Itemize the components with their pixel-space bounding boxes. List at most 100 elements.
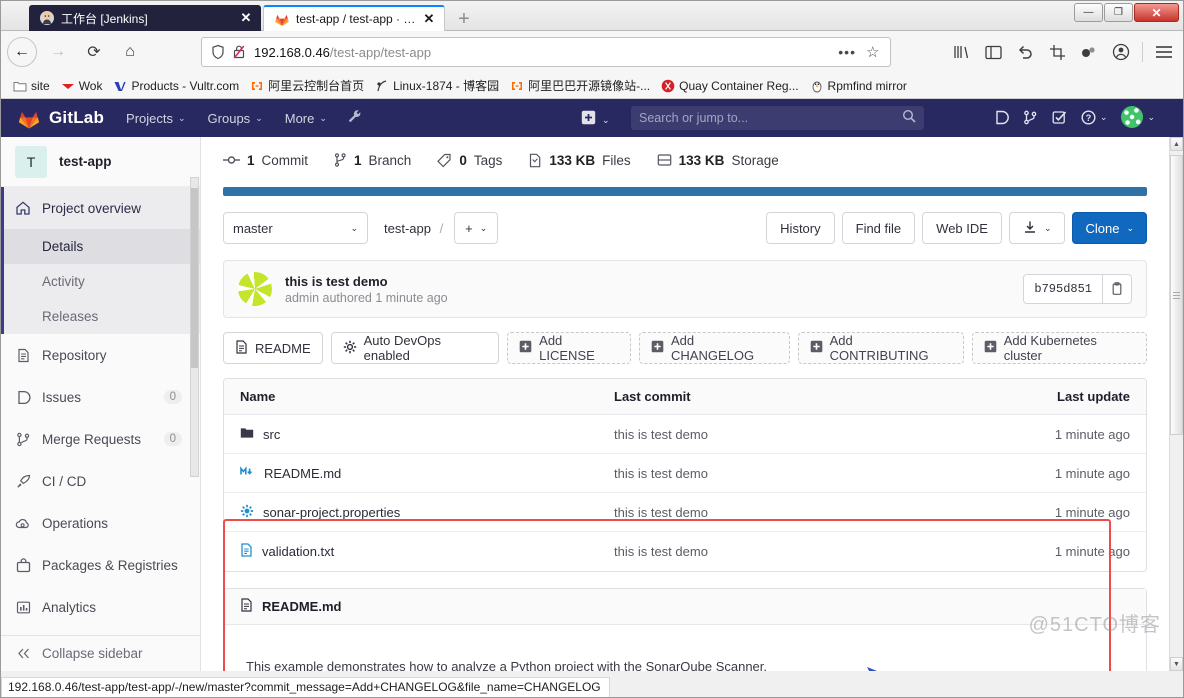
- file-last-commit[interactable]: this is test demo: [614, 505, 1026, 520]
- sidebar-item-repository[interactable]: Repository: [1, 334, 200, 376]
- home-icon[interactable]: ⌂: [115, 37, 145, 67]
- insecure-lock-icon[interactable]: [232, 44, 246, 60]
- table-row[interactable]: validation.txt this is test demo 1 minut…: [224, 532, 1146, 571]
- stat-files[interactable]: 133 KB Files: [528, 153, 631, 168]
- scroll-up-arrow[interactable]: ▲: [1170, 137, 1183, 151]
- web-ide-button[interactable]: Web IDE: [922, 212, 1002, 244]
- back-icon[interactable]: ←: [7, 37, 37, 67]
- sidebar-item-merge-requests[interactable]: Merge Requests 0: [1, 418, 200, 460]
- file-last-commit[interactable]: this is test demo: [614, 466, 1026, 481]
- page-actions-icon[interactable]: •••: [838, 44, 856, 60]
- add-to-repository-button[interactable]: + ⌄: [454, 212, 499, 244]
- undo-icon[interactable]: [1010, 37, 1040, 67]
- stat-commits[interactable]: 1 Commit: [223, 153, 308, 168]
- project-header[interactable]: T test-app: [1, 137, 200, 187]
- stat-branches[interactable]: 1 Branch: [334, 153, 411, 168]
- add-contributing-button[interactable]: Add CONTRIBUTING: [797, 332, 964, 364]
- download-button[interactable]: ⌄: [1008, 212, 1066, 244]
- sidebar-item-operations[interactable]: Operations: [1, 502, 200, 544]
- bookmark-star-icon[interactable]: ☆: [866, 43, 882, 61]
- file-name-cell[interactable]: src: [224, 426, 614, 442]
- todos-icon[interactable]: [1052, 110, 1067, 125]
- file-last-commit[interactable]: this is test demo: [614, 544, 1026, 559]
- gitlab-logo-icon[interactable]: [17, 106, 41, 130]
- sidebar-item-ci-cd[interactable]: CI / CD: [1, 460, 200, 502]
- history-button[interactable]: History: [766, 212, 835, 244]
- bookmark-site[interactable]: site: [13, 79, 50, 93]
- find-file-button[interactable]: Find file: [841, 212, 916, 244]
- stat-tags[interactable]: 0 Tags: [437, 153, 502, 168]
- reload-icon[interactable]: ⟳: [79, 37, 109, 67]
- sidebar-item-project-overview[interactable]: Project overview: [4, 187, 200, 229]
- auto-devops-button[interactable]: Auto DevOps enabled: [330, 332, 500, 364]
- scrollbar-thumb[interactable]: [191, 188, 198, 368]
- readme-button[interactable]: README: [223, 332, 323, 364]
- sidebar-subitem-details[interactable]: Details: [4, 229, 200, 264]
- browser-tab-gitlab[interactable]: test-app / test-app · GitLab ✕: [263, 5, 445, 31]
- sidebar-item-issues[interactable]: Issues 0: [1, 376, 200, 418]
- nav-projects[interactable]: Projects ⌄: [126, 111, 186, 126]
- bookmark-aliyun-console[interactable]: 阿里云控制台首页: [250, 77, 364, 94]
- file-name-cell[interactable]: README.md: [224, 465, 614, 481]
- browser-tab-jenkins[interactable]: 工作台 [Jenkins] ✕: [29, 5, 261, 31]
- sidebar-icon[interactable]: [978, 37, 1008, 67]
- sidebar-subitem-activity[interactable]: Activity: [4, 264, 200, 299]
- stat-storage[interactable]: 133 KB Storage: [657, 153, 779, 168]
- gitlab-brand[interactable]: GitLab: [49, 108, 104, 128]
- sidebar-subitem-releases[interactable]: Releases: [4, 299, 200, 334]
- search-input[interactable]: [639, 111, 902, 125]
- merge-requests-icon[interactable]: [1023, 110, 1038, 125]
- table-row[interactable]: src this is test demo 1 minute ago: [224, 415, 1146, 454]
- screenshot-icon[interactable]: [1042, 37, 1072, 67]
- sidebar-scrollbar[interactable]: [190, 177, 199, 477]
- minimize-button[interactable]: —: [1074, 3, 1103, 22]
- bookmark-aliyun-mirror[interactable]: 阿里巴巴开源镜像站-...: [510, 77, 650, 94]
- table-row[interactable]: README.md this is test demo 1 minute ago: [224, 454, 1146, 493]
- file-name-cell[interactable]: sonar-project.properties: [224, 504, 614, 521]
- sidebar-item-packages-registries[interactable]: Packages & Registries: [1, 544, 200, 586]
- clipboard-icon[interactable]: [1102, 274, 1132, 304]
- search-box[interactable]: [631, 106, 924, 130]
- issues-icon[interactable]: [994, 110, 1009, 125]
- file-name-cell[interactable]: validation.txt: [224, 543, 614, 560]
- help-icon[interactable]: ? ⌄: [1081, 109, 1107, 125]
- bookmark-wok[interactable]: Wok: [61, 79, 102, 93]
- user-menu[interactable]: ⌄: [1121, 106, 1155, 128]
- shield-icon[interactable]: [210, 44, 226, 60]
- table-row[interactable]: sonar-project.properties this is test de…: [224, 493, 1146, 532]
- breadcrumb-root[interactable]: test-app: [384, 221, 431, 236]
- branch-selector[interactable]: master ⌄: [223, 212, 368, 244]
- address-bar[interactable]: 192.168.0.46/test-app/test-app ••• ☆: [201, 37, 891, 67]
- menu-icon[interactable]: [1149, 37, 1179, 67]
- add-changelog-button[interactable]: Add CHANGELOG: [639, 332, 790, 364]
- bookmark-rpmfind[interactable]: Rpmfind mirror: [810, 79, 907, 93]
- collapse-sidebar-button[interactable]: Collapse sidebar: [1, 635, 200, 671]
- close-window-button[interactable]: ✕: [1134, 3, 1179, 22]
- commit-sha[interactable]: b795d851: [1023, 274, 1102, 304]
- clone-button[interactable]: Clone ⌄: [1072, 212, 1147, 244]
- commit-title[interactable]: this is test demo: [285, 274, 448, 289]
- search-icon[interactable]: [902, 109, 916, 128]
- pocket-icon[interactable]: [1074, 37, 1104, 67]
- new-tab-button[interactable]: +: [453, 9, 475, 31]
- create-new-button[interactable]: ⌄: [581, 110, 610, 130]
- file-name: src: [263, 426, 281, 442]
- close-icon[interactable]: ✕: [422, 12, 436, 26]
- forward-icon[interactable]: →: [43, 37, 73, 67]
- add-kubernetes-cluster-button[interactable]: Add Kubernetes cluster: [971, 332, 1147, 364]
- scroll-down-arrow[interactable]: ▼: [1170, 657, 1183, 671]
- close-icon[interactable]: ✕: [239, 11, 253, 25]
- bookmark-cnblogs[interactable]: Linux-1874 - 博客园: [375, 77, 499, 94]
- bookmark-quay[interactable]: Quay Container Reg...: [661, 79, 799, 93]
- library-icon[interactable]: [946, 37, 976, 67]
- nav-more[interactable]: More ⌄: [285, 111, 327, 126]
- account-icon[interactable]: [1106, 37, 1136, 67]
- maximize-button[interactable]: ❐: [1104, 3, 1133, 22]
- wrench-icon[interactable]: [347, 109, 362, 127]
- file-last-commit[interactable]: this is test demo: [614, 427, 1026, 442]
- sidebar-item-analytics[interactable]: Analytics: [1, 586, 200, 628]
- bookmark-vultr[interactable]: Products - Vultr.com: [113, 79, 239, 93]
- nav-groups[interactable]: Groups ⌄: [208, 111, 263, 126]
- page-scrollbar[interactable]: ▲ ▼: [1169, 137, 1183, 671]
- add-license-button[interactable]: Add LICENSE: [507, 332, 631, 364]
